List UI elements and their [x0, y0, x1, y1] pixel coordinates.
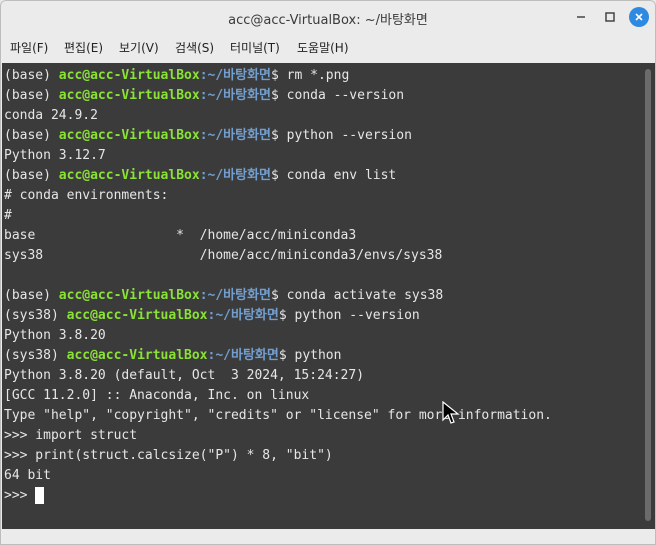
command-text: rm *.png — [286, 68, 350, 83]
prompt-path: :~/바탕화면 — [199, 288, 272, 303]
output-text: 64 bit — [4, 468, 51, 483]
terminal-line: 64 bit — [4, 466, 552, 486]
terminal-line: conda 24.9.2 — [4, 106, 552, 126]
menu-bar: 파일(F) 편집(E) 보기(V) 검색(S) 터미널(T) 도움말(H) — [1, 33, 655, 63]
terminal-line: Type "help", "copyright", "credits" or "… — [4, 406, 552, 426]
terminal-line: >>> — [4, 486, 552, 506]
prompt-path: :~/바탕화면 — [199, 88, 272, 103]
minimize-button[interactable] — [571, 7, 591, 27]
title-bar[interactable]: acc@acc-VirtualBox: ~/바탕화면 — [1, 1, 655, 33]
terminal-line: Python 3.8.20 — [4, 326, 552, 346]
text-cursor — [35, 487, 45, 504]
scrollbar-thumb[interactable] — [645, 69, 651, 521]
output-text: Type "help", "copyright", "credits" or "… — [4, 408, 552, 423]
close-icon — [635, 13, 643, 21]
terminal-line: >>> print(struct.calcsize("P") * 8, "bit… — [4, 446, 552, 466]
prompt-env: (base) — [4, 288, 59, 303]
minimize-icon — [577, 16, 585, 18]
terminal-line: # conda environments: — [4, 186, 552, 206]
window-title: acc@acc-VirtualBox: ~/바탕화면 — [228, 13, 428, 28]
terminal-output[interactable]: (base) acc@acc-VirtualBox:~/바탕화면$ rm *.p… — [2, 63, 642, 529]
prompt-path: :~/바탕화면 — [199, 68, 272, 83]
output-text: >>> import struct — [4, 428, 138, 443]
command-text: conda activate sys38 — [286, 288, 444, 303]
window-bottom-border — [1, 529, 655, 544]
mouse-pointer-icon — [442, 401, 460, 424]
prompt-user: acc@acc-VirtualBox — [58, 128, 200, 143]
terminal-line: [GCC 11.2.0] :: Anaconda, Inc. on linux — [4, 386, 552, 406]
prompt-symbol: $ — [278, 348, 295, 363]
prompt-symbol: $ — [271, 68, 287, 83]
terminal-lines: (base) acc@acc-VirtualBox:~/바탕화면$ rm *.p… — [4, 66, 552, 506]
terminal-line: Python 3.8.20 (default, Oct 3 2024, 15:2… — [4, 366, 552, 386]
prompt-user: acc@acc-VirtualBox — [66, 308, 208, 323]
menu-edit[interactable]: 편집(E) — [64, 39, 103, 56]
maximize-icon — [605, 12, 615, 22]
prompt-user: acc@acc-VirtualBox — [58, 168, 200, 183]
menu-terminal[interactable]: 터미널(T) — [230, 39, 280, 56]
terminal-line: (base) acc@acc-VirtualBox:~/바탕화면$ conda … — [4, 86, 552, 106]
menu-file[interactable]: 파일(F) — [10, 39, 48, 56]
command-text: conda --version — [286, 88, 405, 103]
command-text: conda env list — [286, 168, 397, 183]
prompt-user: acc@acc-VirtualBox — [58, 68, 200, 83]
prompt-user: acc@acc-VirtualBox — [66, 348, 208, 363]
terminal-line: base * /home/acc/miniconda3 — [4, 226, 552, 246]
output-text: sys38 /home/acc/miniconda3/envs/sys38 — [4, 248, 443, 263]
output-text: conda 24.9.2 — [4, 108, 98, 123]
terminal-line: (base) acc@acc-VirtualBox:~/바탕화면$ conda … — [4, 286, 552, 306]
prompt-user: acc@acc-VirtualBox — [58, 288, 200, 303]
prompt-symbol: $ — [271, 288, 287, 303]
terminal-line: (sys38) acc@acc-VirtualBox:~/바탕화면$ pytho… — [4, 306, 552, 326]
prompt-env: (sys38) — [4, 348, 67, 363]
menu-search[interactable]: 검색(S) — [175, 39, 214, 56]
menu-help[interactable]: 도움말(H) — [297, 39, 349, 56]
scrollbar[interactable] — [642, 63, 655, 529]
prompt-symbol: $ — [271, 128, 287, 143]
terminal-line: Python 3.12.7 — [4, 146, 552, 166]
prompt-env: (base) — [4, 168, 59, 183]
command-text: python --version — [294, 308, 420, 323]
output-text: # conda environments: — [4, 188, 169, 203]
terminal-line: (base) acc@acc-VirtualBox:~/바탕화면$ conda … — [4, 166, 552, 186]
prompt-env: (base) — [4, 88, 59, 103]
prompt-path: :~/바탕화면 — [207, 308, 279, 323]
command-text: python — [294, 348, 342, 363]
prompt-symbol: $ — [278, 308, 295, 323]
prompt-path: :~/바탕화면 — [207, 348, 279, 363]
prompt-env: (base) — [4, 68, 59, 83]
output-text: # — [4, 208, 12, 223]
prompt-env: (base) — [4, 128, 59, 143]
output-text: base * /home/acc/miniconda3 — [4, 228, 357, 243]
output-text: >>> — [4, 488, 36, 503]
output-text: >>> print(struct.calcsize("P") * 8, "bit… — [4, 448, 333, 463]
terminal-window: acc@acc-VirtualBox: ~/바탕화면 파일(F) 편집(E) 보… — [0, 0, 656, 545]
output-text: Python 3.12.7 — [4, 148, 106, 163]
terminal-line: >>> import struct — [4, 426, 552, 446]
terminal-line: # — [4, 206, 552, 226]
command-text: python --version — [286, 128, 412, 143]
terminal-line: (sys38) acc@acc-VirtualBox:~/바탕화면$ pytho… — [4, 346, 552, 366]
prompt-path: :~/바탕화면 — [199, 168, 272, 183]
prompt-user: acc@acc-VirtualBox — [58, 88, 200, 103]
prompt-symbol: $ — [271, 168, 287, 183]
prompt-env: (sys38) — [4, 308, 67, 323]
terminal-line: (base) acc@acc-VirtualBox:~/바탕화면$ rm *.p… — [4, 66, 552, 86]
maximize-button[interactable] — [600, 7, 620, 27]
output-text: [GCC 11.2.0] :: Anaconda, Inc. on linux — [4, 388, 310, 403]
output-text: Python 3.8.20 — [4, 328, 106, 343]
prompt-symbol: $ — [271, 88, 287, 103]
output-text: Python 3.8.20 (default, Oct 3 2024, 15:2… — [4, 368, 365, 383]
close-button[interactable] — [629, 7, 649, 27]
prompt-path: :~/바탕화면 — [199, 128, 272, 143]
terminal-line: sys38 /home/acc/miniconda3/envs/sys38 — [4, 246, 552, 266]
terminal-line: (base) acc@acc-VirtualBox:~/바탕화면$ python… — [4, 126, 552, 146]
menu-view[interactable]: 보기(V) — [119, 39, 159, 56]
